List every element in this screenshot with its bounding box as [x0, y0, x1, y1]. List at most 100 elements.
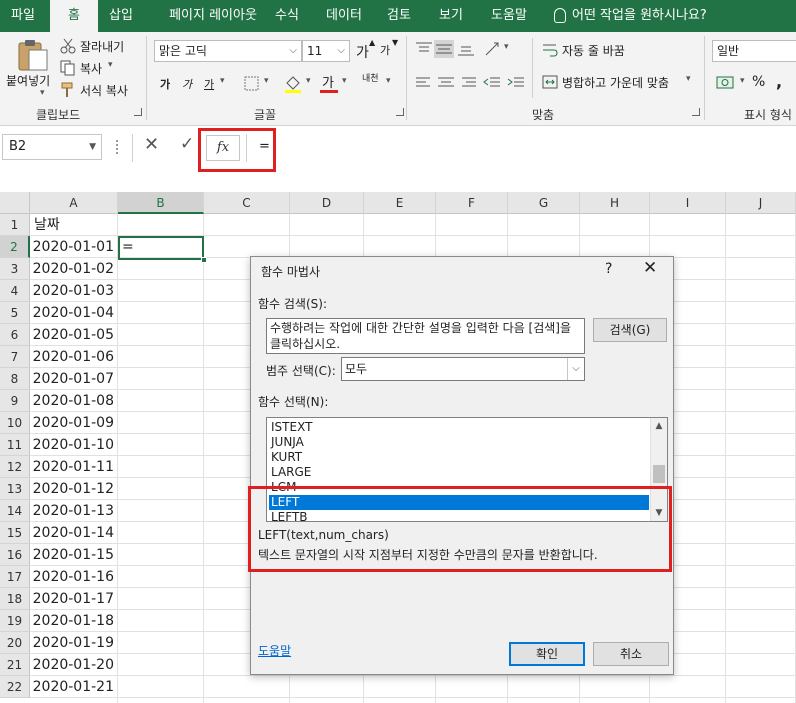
row-header-3[interactable]: 3	[0, 258, 30, 280]
copy-button[interactable]: 복사	[80, 60, 102, 77]
tab-review[interactable]: 검토	[376, 0, 422, 32]
align-bottom-icon[interactable]	[456, 40, 476, 58]
row-header-5[interactable]: 5	[0, 302, 30, 324]
row-header-22[interactable]: 22	[0, 676, 30, 698]
cell-a22[interactable]: 2020-01-21	[30, 676, 118, 698]
help-icon[interactable]: ?	[605, 261, 612, 277]
copy-dropdown-icon[interactable]: ▾	[108, 60, 113, 70]
row-header-4[interactable]: 4	[0, 280, 30, 302]
row-header-20[interactable]: 20	[0, 632, 30, 654]
tab-file[interactable]: 파일	[0, 0, 46, 32]
phonetic-button[interactable]: 내천	[362, 74, 379, 84]
column-header-j[interactable]: J	[726, 192, 796, 214]
align-top-icon[interactable]	[414, 40, 434, 58]
cell-a10[interactable]: 2020-01-09	[30, 412, 118, 434]
row-header-17[interactable]: 17	[0, 566, 30, 588]
align-middle-icon[interactable]	[434, 40, 454, 58]
scroll-thumb[interactable]	[653, 465, 665, 483]
font-color-button[interactable]: 가	[322, 72, 334, 91]
column-header-i[interactable]: I	[650, 192, 726, 214]
cell-a12[interactable]: 2020-01-11	[30, 456, 118, 478]
percent-button[interactable]: %	[752, 74, 765, 90]
fill-color-dropdown-icon[interactable]: ▾	[306, 76, 311, 86]
row-header-1[interactable]: 1	[0, 214, 30, 236]
orientation-icon[interactable]	[482, 40, 502, 58]
search-button[interactable]: 검색(G)	[593, 318, 667, 342]
row-header-10[interactable]: 10	[0, 412, 30, 434]
tab-help[interactable]: 도움말	[480, 0, 538, 32]
paste-button[interactable]: 붙여넣기	[6, 72, 50, 89]
fill-handle[interactable]	[201, 257, 207, 263]
cell-a8[interactable]: 2020-01-07	[30, 368, 118, 390]
comma-button[interactable]: ,	[776, 72, 782, 91]
help-link[interactable]: 도움말	[258, 642, 291, 659]
row-header-18[interactable]: 18	[0, 588, 30, 610]
name-box[interactable]: B2 ▼	[2, 134, 102, 160]
borders-icon[interactable]	[244, 76, 260, 92]
tab-home[interactable]: 홈	[50, 0, 98, 32]
column-header-f[interactable]: F	[436, 192, 508, 214]
clipboard-launcher-icon[interactable]	[134, 108, 142, 116]
paste-dropdown-icon[interactable]: ▾	[40, 88, 45, 98]
cell-a7[interactable]: 2020-01-06	[30, 346, 118, 368]
search-function-input[interactable]: 수행하려는 작업에 대한 간단한 설명을 입력한 다음 [검색]을 클릭하십시오…	[266, 318, 585, 354]
function-item-large[interactable]: LARGE	[269, 465, 649, 480]
close-icon[interactable]: ✕	[643, 258, 657, 278]
fill-color-icon[interactable]	[284, 74, 302, 94]
formula-input[interactable]: =	[246, 134, 796, 162]
column-header-d[interactable]: D	[290, 192, 364, 214]
category-select[interactable]: 모두 ⌵	[341, 357, 585, 381]
number-format-combo[interactable]: 일반	[712, 40, 796, 62]
shrink-font-button[interactable]: 가	[380, 42, 390, 58]
cell-a6[interactable]: 2020-01-05	[30, 324, 118, 346]
row-header-21[interactable]: 21	[0, 654, 30, 676]
row-header-2[interactable]: 2	[0, 236, 30, 258]
format-painter-button[interactable]: 서식 복사	[80, 82, 128, 99]
cell-a11[interactable]: 2020-01-10	[30, 434, 118, 456]
cell-a1[interactable]: 날짜	[32, 214, 118, 236]
underline-button[interactable]: 가	[204, 76, 214, 92]
cell-a18[interactable]: 2020-01-17	[30, 588, 118, 610]
paste-icon[interactable]	[16, 38, 50, 72]
function-item-junja[interactable]: JUNJA	[269, 435, 649, 450]
font-launcher-icon[interactable]	[396, 108, 404, 116]
italic-button[interactable]: 가	[182, 76, 192, 92]
accounting-format-icon[interactable]	[716, 74, 736, 92]
formula-bar-grip-icon[interactable]	[116, 140, 120, 154]
cell-a14[interactable]: 2020-01-13	[30, 500, 118, 522]
cell-a5[interactable]: 2020-01-04	[30, 302, 118, 324]
row-header-16[interactable]: 16	[0, 544, 30, 566]
tab-data[interactable]: 데이터	[318, 0, 370, 32]
column-header-b[interactable]: B	[118, 192, 204, 214]
orientation-dropdown-icon[interactable]: ▾	[504, 42, 509, 52]
cell-a4[interactable]: 2020-01-03	[30, 280, 118, 302]
underline-dropdown-icon[interactable]: ▾	[220, 76, 225, 86]
font-color-dropdown-icon[interactable]: ▾	[342, 76, 347, 86]
merge-dropdown-icon[interactable]: ▾	[686, 74, 691, 84]
row-header-13[interactable]: 13	[0, 478, 30, 500]
tab-formulas[interactable]: 수식	[264, 0, 310, 32]
row-header-15[interactable]: 15	[0, 522, 30, 544]
decrease-indent-icon[interactable]	[482, 74, 502, 92]
phonetic-dropdown-icon[interactable]: ▾	[386, 76, 391, 86]
select-all-corner[interactable]	[0, 192, 30, 214]
tab-insert[interactable]: 삽입	[98, 0, 144, 32]
function-item-kurt[interactable]: KURT	[269, 450, 649, 465]
row-header-19[interactable]: 19	[0, 610, 30, 632]
grow-font-button[interactable]: 가	[356, 42, 369, 62]
function-item-istext[interactable]: ISTEXT	[269, 420, 649, 435]
row-header-12[interactable]: 12	[0, 456, 30, 478]
cell-a9[interactable]: 2020-01-08	[30, 390, 118, 412]
tab-page-layout[interactable]: 페이지 레이아웃	[148, 0, 278, 32]
column-header-g[interactable]: G	[508, 192, 580, 214]
cancel-button[interactable]: 취소	[593, 642, 669, 666]
increase-indent-icon[interactable]	[506, 74, 526, 92]
cell-a21[interactable]: 2020-01-20	[30, 654, 118, 676]
column-header-h[interactable]: H	[580, 192, 650, 214]
scroll-up-icon[interactable]: ▲	[651, 418, 667, 434]
cell-a15[interactable]: 2020-01-14	[30, 522, 118, 544]
cell-a20[interactable]: 2020-01-19	[30, 632, 118, 654]
cut-button[interactable]: 잘라내기	[80, 38, 124, 55]
tab-view[interactable]: 보기	[428, 0, 474, 32]
row-header-8[interactable]: 8	[0, 368, 30, 390]
